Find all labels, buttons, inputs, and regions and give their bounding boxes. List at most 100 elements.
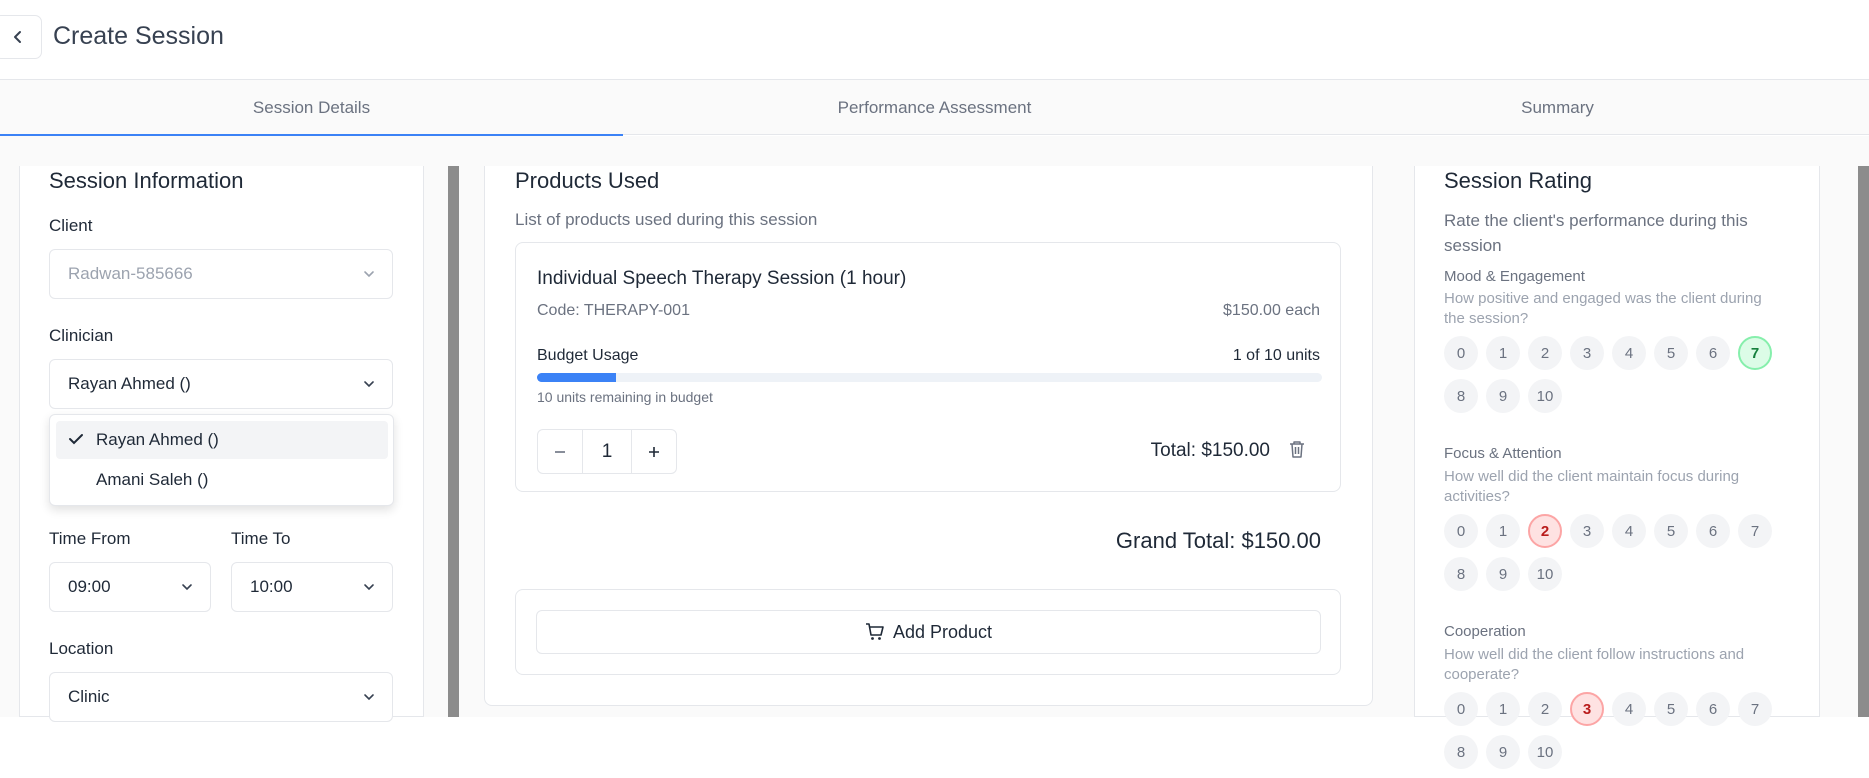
location-value: Clinic <box>68 687 110 706</box>
clinician-label: Clinician <box>49 326 114 345</box>
rating-option[interactable]: 3 <box>1570 692 1604 726</box>
tabs-bar: Session Details Performance Assessment S… <box>0 80 1869 136</box>
add-product-panel: Add Product <box>515 589 1341 675</box>
rating-option[interactable]: 0 <box>1444 336 1478 370</box>
scroll-divider-right <box>1858 166 1869 717</box>
rating-subtitle: Rate the client's performance during thi… <box>1444 211 1748 255</box>
rating-option[interactable]: 5 <box>1654 692 1688 726</box>
rating-option[interactable]: 1 <box>1486 336 1520 370</box>
product-total: Total: $150.00 <box>1150 440 1270 461</box>
plus-icon <box>648 446 659 457</box>
rating-title: Session Rating <box>1444 168 1592 193</box>
minus-icon <box>555 450 566 453</box>
question-title: Cooperation <box>1444 623 1526 640</box>
rating-option[interactable]: 8 <box>1444 735 1478 769</box>
decrement-button[interactable] <box>538 430 582 473</box>
rating-option[interactable]: 6 <box>1696 514 1730 548</box>
delete-button[interactable] <box>1288 439 1310 463</box>
rating-option[interactable]: 8 <box>1444 557 1478 591</box>
trash-icon <box>1290 441 1304 458</box>
add-product-label: Add Product <box>892 621 993 642</box>
budget-label: Budget Usage <box>537 347 639 364</box>
rating-option[interactable]: 9 <box>1486 735 1520 769</box>
rating-option[interactable]: 4 <box>1612 692 1646 726</box>
clinician-option-label: Amani Saleh () <box>96 470 209 489</box>
budget-progress-fill <box>537 373 616 382</box>
rating-option[interactable]: 10 <box>1528 735 1562 769</box>
rating-option[interactable]: 5 <box>1654 336 1688 370</box>
session-info-title: Session Information <box>49 168 244 193</box>
tab-session-details[interactable]: Session Details <box>0 80 623 136</box>
chevron-down-icon <box>182 584 192 591</box>
client-value: Radwan-585666 <box>68 264 193 283</box>
rating-option[interactable]: 7 <box>1738 336 1772 370</box>
location-label: Location <box>49 639 114 658</box>
time-to-value: 10:00 <box>250 577 293 596</box>
rating-option[interactable]: 0 <box>1444 514 1478 548</box>
product-code: Code: THERAPY-001 <box>537 302 690 319</box>
rating-option[interactable]: 3 <box>1570 514 1604 548</box>
question-desc: How positive and engaged was the client … <box>1444 290 1762 327</box>
rating-option[interactable]: 4 <box>1612 336 1646 370</box>
chevron-left-icon <box>14 31 21 43</box>
question-title: Mood & Engagement <box>1444 268 1585 285</box>
location-select[interactable]: Clinic <box>49 672 393 722</box>
rating-option[interactable]: 4 <box>1612 514 1646 548</box>
clinician-select[interactable]: Rayan Ahmed () <box>49 359 393 409</box>
products-title: Products Used <box>515 168 660 193</box>
chevron-down-icon <box>364 694 374 701</box>
clinician-option[interactable]: Amani Saleh () <box>56 461 388 499</box>
rating-scale: 0 1 2 3 4 5 6 7 8 9 10 <box>1444 336 1789 422</box>
rating-option[interactable]: 2 <box>1528 336 1562 370</box>
cart-icon <box>865 623 884 640</box>
tab-summary[interactable]: Summary <box>1246 80 1869 135</box>
rating-option[interactable]: 1 <box>1486 514 1520 548</box>
rating-option[interactable]: 10 <box>1528 557 1562 591</box>
chevron-down-icon <box>364 381 374 388</box>
product-name: Individual Speech Therapy Session (1 hou… <box>537 268 907 289</box>
tab-performance-assessment[interactable]: Performance Assessment <box>623 80 1246 135</box>
question-desc: How well did the client follow instructi… <box>1444 646 1745 683</box>
clinician-value: Rayan Ahmed () <box>68 374 191 393</box>
rating-option[interactable]: 2 <box>1528 514 1562 548</box>
back-button[interactable] <box>0 15 42 59</box>
clinician-dropdown: Rayan Ahmed () Amani Saleh () <box>49 414 394 506</box>
rating-option[interactable]: 3 <box>1570 336 1604 370</box>
rating-option[interactable]: 6 <box>1696 336 1730 370</box>
rating-option[interactable]: 7 <box>1738 692 1772 726</box>
rating-option[interactable]: 8 <box>1444 379 1478 413</box>
rating-option[interactable]: 9 <box>1486 379 1520 413</box>
header: Create Session <box>0 0 1869 80</box>
page-title: Create Session <box>53 22 224 50</box>
clinician-option-label: Rayan Ahmed () <box>96 430 219 449</box>
rating-scale: 0 1 2 3 4 5 6 7 8 9 10 <box>1444 514 1789 600</box>
quantity-value[interactable]: 1 <box>582 430 632 473</box>
rating-option[interactable]: 0 <box>1444 692 1478 726</box>
rating-option[interactable]: 7 <box>1738 514 1772 548</box>
rating-option[interactable]: 10 <box>1528 379 1562 413</box>
add-product-button[interactable]: Add Product <box>536 610 1321 654</box>
rating-option[interactable]: 5 <box>1654 514 1688 548</box>
quantity-stepper: 1 <box>537 429 677 474</box>
increment-button[interactable] <box>632 430 676 473</box>
budget-progress <box>537 373 1322 382</box>
chevron-down-icon <box>364 271 374 278</box>
time-to-select[interactable]: 10:00 <box>231 562 393 612</box>
clinician-option[interactable]: Rayan Ahmed () <box>56 421 388 459</box>
client-label: Client <box>49 216 93 235</box>
grand-total: Grand Total: $150.00 <box>1115 528 1321 553</box>
rating-option[interactable]: 1 <box>1486 692 1520 726</box>
time-from-select[interactable]: 09:00 <box>49 562 211 612</box>
time-from-value: 09:00 <box>68 577 111 596</box>
time-to-label: Time To <box>231 529 291 548</box>
rating-option[interactable]: 2 <box>1528 692 1562 726</box>
rating-option[interactable]: 6 <box>1696 692 1730 726</box>
question-desc: How well did the client maintain focus d… <box>1444 468 1740 505</box>
rating-option[interactable]: 9 <box>1486 557 1520 591</box>
product-price: $150.00 each <box>1223 302 1320 319</box>
product-item: Individual Speech Therapy Session (1 hou… <box>515 242 1341 492</box>
client-select[interactable]: Radwan-585666 <box>49 249 393 299</box>
rating-scale: 0 1 2 3 4 5 6 7 8 9 10 <box>1444 692 1789 778</box>
time-from-label: Time From <box>49 529 131 548</box>
question-title: Focus & Attention <box>1444 445 1562 462</box>
